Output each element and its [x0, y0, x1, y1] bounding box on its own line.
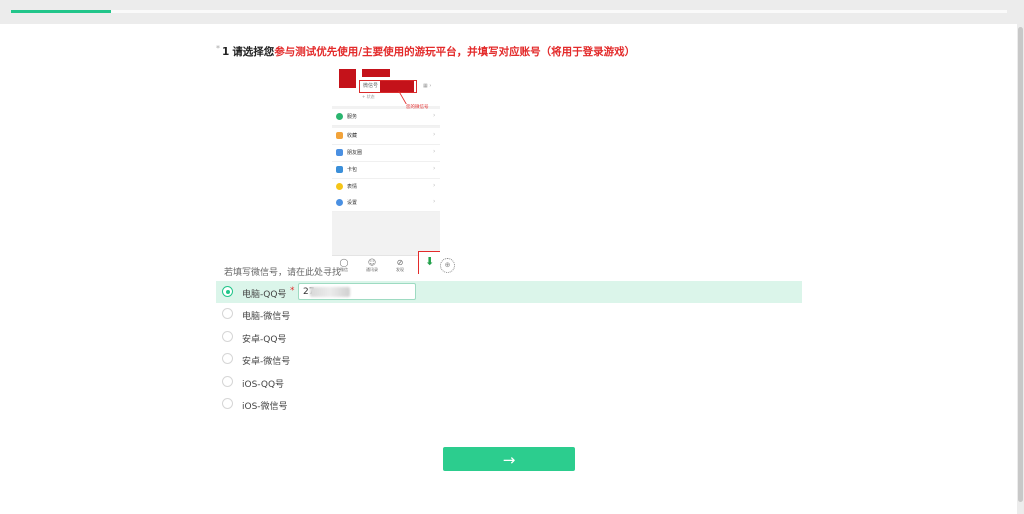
- wechat-profile-screenshot: 微信号 + 状态 ▦ › 您的微信号 服务 › 收藏 › 朋友圈 › 卡包 ›: [332, 64, 440, 274]
- menu-item: 卡包 ›: [332, 162, 440, 179]
- option-label: 安卓-微信号: [242, 357, 291, 368]
- next-button[interactable]: →: [443, 447, 575, 471]
- menu-item: 表情 ›: [332, 179, 440, 196]
- option-label: 电脑-微信号: [242, 312, 291, 323]
- radio-button[interactable]: [222, 397, 233, 409]
- menu-group-3: 设置 ›: [332, 195, 440, 212]
- menu-group-2: 收藏 › 朋友圈 › 卡包 › 表情 ›: [332, 128, 440, 196]
- me-tab-highlight: ⬇: [418, 251, 440, 274]
- radio-button[interactable]: [222, 353, 233, 365]
- settings-icon: [336, 199, 343, 206]
- moments-icon: [336, 149, 343, 156]
- redacted-avatar: [339, 69, 356, 88]
- chevron-right-icon: ›: [433, 198, 436, 205]
- option-ios-qq[interactable]: iOS-QQ号: [216, 371, 802, 393]
- radio-button[interactable]: [222, 308, 233, 320]
- radio-button[interactable]: [222, 286, 233, 297]
- tab-label: 发现: [396, 267, 404, 272]
- menu-item-label: 设置: [347, 200, 358, 206]
- option-android-qq[interactable]: 安卓-QQ号: [216, 326, 802, 348]
- scrollbar[interactable]: [1017, 24, 1024, 514]
- qr-chevron-icon: ▦ ›: [423, 83, 432, 89]
- hint-note: 若填写微信号，请在此处寻找: [224, 268, 342, 278]
- menu-item-label: 朋友圈: [347, 150, 363, 156]
- question-text-black: 请选择您: [232, 46, 275, 58]
- contacts-tab: ☺ 通讯录: [364, 258, 380, 273]
- chevron-right-icon: ›: [433, 182, 436, 189]
- discover-tab: ⊘ 发现: [392, 258, 408, 273]
- tab-label: 通讯录: [366, 267, 378, 272]
- menu-item-label: 表情: [347, 184, 358, 190]
- card-icon: [336, 166, 343, 173]
- menu-item-label: 卡包: [347, 167, 358, 173]
- option-label: 安卓-QQ号: [242, 334, 287, 345]
- menu-item-label: 收藏: [347, 133, 358, 139]
- menu-item: 收藏 ›: [332, 128, 440, 145]
- question-title: * 1 请选择您参与测试优先使用/主要使用的游玩平台，并填写对应账号（将用于登录游戏…: [216, 44, 635, 59]
- progress-track: [11, 10, 1007, 13]
- wechat-id-label: 微信号: [363, 83, 379, 89]
- contacts-icon: ☺: [367, 258, 377, 267]
- radio-button[interactable]: [222, 375, 233, 387]
- download-icon: ⬇: [425, 255, 435, 268]
- redacted-name: [362, 69, 390, 77]
- option-label: 电脑-QQ号: [242, 290, 287, 300]
- progress-header: [0, 0, 1024, 24]
- required-mark: *: [290, 286, 295, 296]
- survey-page: [0, 24, 1017, 514]
- platform-options: 电脑-QQ号 * 电脑-微信号 安卓-QQ号 安卓-微信号 iOS-QQ号 iO…: [216, 281, 802, 415]
- status-text: + 状态: [362, 94, 375, 99]
- menu-item: 设置 ›: [332, 195, 440, 212]
- zoom-icon: ⊕: [440, 258, 455, 273]
- sticker-icon: [336, 183, 343, 190]
- profile-header: 微信号 + 状态 ▦ › 您的微信号: [332, 64, 440, 110]
- favorites-icon: [336, 132, 343, 139]
- wechat-id-box: 微信号: [359, 80, 417, 93]
- compass-icon: ⊘: [396, 258, 404, 267]
- option-ios-wechat[interactable]: iOS-微信号: [216, 393, 802, 415]
- menu-item: 朋友圈 ›: [332, 145, 440, 162]
- radio-button[interactable]: [222, 330, 233, 342]
- option-android-wechat[interactable]: 安卓-微信号: [216, 348, 802, 370]
- service-icon: [336, 113, 343, 120]
- chevron-right-icon: ›: [433, 148, 436, 155]
- option-pc-wechat[interactable]: 电脑-微信号: [216, 303, 802, 325]
- chevron-right-icon: ›: [433, 131, 436, 138]
- scrollbar-thumb[interactable]: [1018, 27, 1023, 502]
- question-number: 1: [222, 46, 230, 58]
- redacted-account-number: [310, 287, 350, 297]
- option-label: iOS-微信号: [242, 401, 288, 412]
- tab-label: 微信: [340, 267, 348, 272]
- chevron-right-icon: ›: [433, 165, 436, 172]
- progress-fill: [11, 10, 111, 13]
- option-pc-qq[interactable]: 电脑-QQ号 *: [216, 281, 802, 304]
- question-text-red: 参与测试优先使用/主要使用的游玩平台，并填写对应账号（将用于登录游戏）: [274, 46, 636, 58]
- chevron-right-icon: ›: [433, 112, 436, 119]
- arrow-right-icon: →: [502, 451, 516, 469]
- menu-group-1: 服务 ›: [332, 109, 440, 126]
- option-label: iOS-QQ号: [242, 379, 285, 390]
- menu-item: 服务 ›: [332, 109, 440, 126]
- required-star: *: [216, 44, 220, 53]
- menu-item-label: 服务: [347, 114, 358, 120]
